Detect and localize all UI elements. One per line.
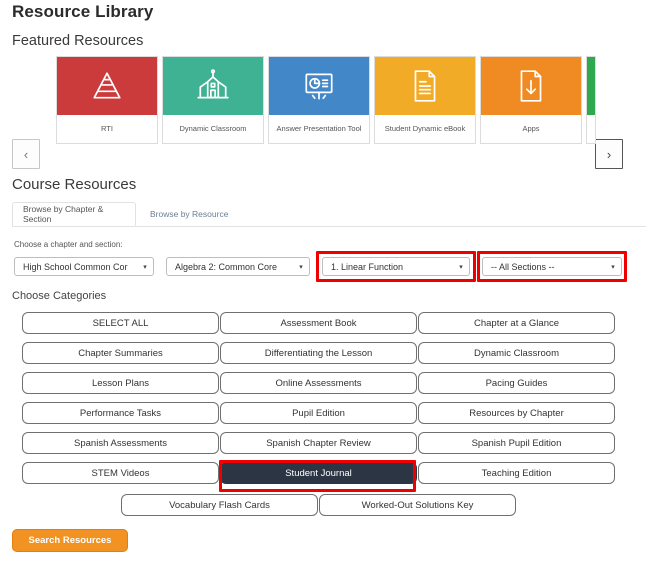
chapter-section-label: Choose a chapter and section: xyxy=(14,240,123,249)
category-button[interactable]: Online Assessments xyxy=(220,372,417,394)
featured-card[interactable]: Dynamic Classroom xyxy=(162,56,264,144)
category-button[interactable]: Chapter at a Glance xyxy=(418,312,615,334)
featured-card[interactable]: RTI xyxy=(56,56,158,144)
category-button[interactable]: Worked-Out Solutions Key xyxy=(319,494,516,516)
pyramid-icon xyxy=(57,57,157,115)
featured-cards: RTI Dynamic Classroom Answer Presentation … xyxy=(56,56,656,152)
featured-card-label: Answer Presentation Tool xyxy=(276,123,362,133)
page-title: Resource Library xyxy=(12,2,154,21)
browse-tabs: Browse by Chapter & Section Browse by Re… xyxy=(12,202,646,226)
featured-card[interactable]: Student Dynamic eBook xyxy=(374,56,476,144)
partial-card-thumb xyxy=(587,57,595,115)
presentation-board-icon xyxy=(269,57,369,115)
category-button[interactable]: SELECT ALL xyxy=(22,312,219,334)
category-button[interactable]: Teaching Edition xyxy=(418,462,615,484)
carousel-prev-arrow-icon[interactable]: ‹ xyxy=(12,139,40,169)
schoolhouse-icon xyxy=(163,57,263,115)
document-lines-icon xyxy=(375,57,475,115)
resource-library-page: Resource Library Featured Resources ‹ › … xyxy=(0,0,671,572)
chevron-down-icon: ▾ xyxy=(299,263,303,271)
program-select[interactable]: High School Common Cor ▾ xyxy=(14,257,154,276)
category-button[interactable]: Lesson Plans xyxy=(22,372,219,394)
featured-card[interactable]: Answer Presentation Tool xyxy=(268,56,370,144)
section-select[interactable]: -- All Sections -- ▾ xyxy=(482,257,622,276)
category-button[interactable]: Differentiating the Lesson xyxy=(220,342,417,364)
chevron-down-icon: ▾ xyxy=(459,263,463,271)
category-button[interactable]: Vocabulary Flash Cards xyxy=(121,494,318,516)
category-button[interactable]: Pacing Guides xyxy=(418,372,615,394)
course-resources-heading: Course Resources xyxy=(12,176,137,193)
featured-resources-heading: Featured Resources xyxy=(12,33,144,49)
course-select[interactable]: Algebra 2: Common Core ▾ xyxy=(166,257,310,276)
featured-card-label: Apps xyxy=(522,123,540,133)
category-button[interactable]: Dynamic Classroom xyxy=(418,342,615,364)
tabs-divider xyxy=(12,226,646,227)
featured-carousel: ‹ › RTI Dynamic Classroom Answer Presentat… xyxy=(0,56,671,169)
featured-card-partial[interactable] xyxy=(586,56,596,144)
chevron-down-icon: ▾ xyxy=(611,263,615,271)
course-select-value: Algebra 2: Common Core xyxy=(175,261,278,272)
search-resources-button[interactable]: Search Resources xyxy=(12,529,128,552)
featured-card[interactable]: Apps xyxy=(480,56,582,144)
featured-card-label: RTI xyxy=(101,123,113,133)
featured-card-label: Student Dynamic eBook xyxy=(384,123,466,133)
category-button[interactable]: Performance Tasks xyxy=(22,402,219,424)
tab-browse-by-chapter-section[interactable]: Browse by Chapter & Section xyxy=(12,202,136,226)
tab-browse-by-resource[interactable]: Browse by Resource xyxy=(140,202,238,226)
category-button[interactable]: Chapter Summaries xyxy=(22,342,219,364)
chevron-down-icon: ▾ xyxy=(143,263,147,271)
category-button[interactable]: STEM Videos xyxy=(22,462,219,484)
section-select-value: -- All Sections -- xyxy=(491,261,555,272)
program-select-value: High School Common Cor xyxy=(23,261,128,272)
category-button[interactable]: Spanish Chapter Review xyxy=(220,432,417,454)
featured-card-label: Dynamic Classroom xyxy=(179,123,247,133)
category-button[interactable]: Resources by Chapter xyxy=(418,402,615,424)
choose-categories-label: Choose Categories xyxy=(12,290,107,302)
chapter-select[interactable]: 1. Linear Function ▾ xyxy=(322,257,470,276)
category-button[interactable]: Assessment Book xyxy=(220,312,417,334)
category-button[interactable]: Pupil Edition xyxy=(220,402,417,424)
document-download-icon xyxy=(481,57,581,115)
category-button[interactable]: Student Journal xyxy=(220,462,417,484)
category-button[interactable]: Spanish Pupil Edition xyxy=(418,432,615,454)
category-button[interactable]: Spanish Assessments xyxy=(22,432,219,454)
chapter-select-value: 1. Linear Function xyxy=(331,261,404,272)
